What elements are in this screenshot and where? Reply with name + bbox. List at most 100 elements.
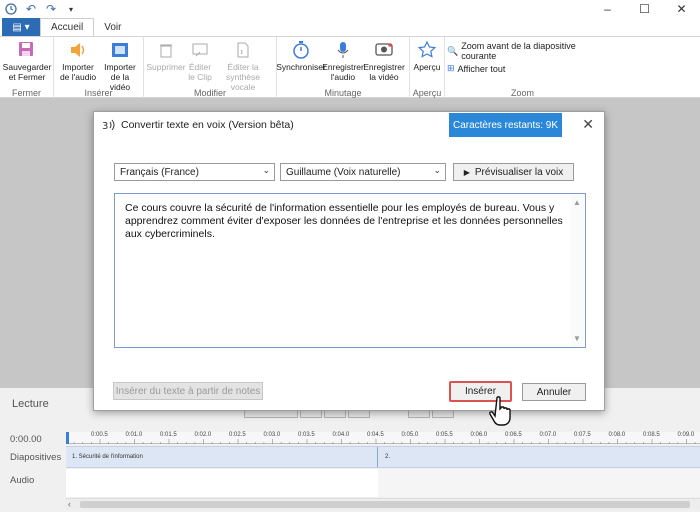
zoom-slide-label: Zoom avant de la diapositive courante [461, 41, 576, 61]
preview-voice-label: Prévisualiser la voix [474, 166, 564, 178]
lecture-label: Lecture [12, 398, 49, 410]
dialog-title: Convertir texte en voix (Version bêta) [121, 119, 294, 131]
slide-clip-1[interactable]: 1. Sécurité de l'information [66, 447, 378, 467]
save-icon[interactable] [4, 2, 18, 16]
language-select[interactable]: Français (France) ⌄ [114, 163, 275, 181]
tab-file[interactable]: ▤ ▾ [2, 18, 40, 36]
scroll-up-icon[interactable]: ▲ [573, 196, 581, 209]
ruler-tick-label: 0:01.5 [160, 432, 177, 438]
record-video-label: Enregistrer la vidéo [363, 62, 405, 82]
slide-clip-2[interactable]: 2. [379, 447, 700, 467]
horizontal-scrollbar[interactable]: ‹ [66, 498, 700, 510]
redo-icon[interactable]: ↷ [44, 2, 58, 16]
svg-text:3: 3 [102, 121, 108, 132]
star-icon [416, 39, 438, 61]
ruler-tick-label: 0:04.5 [367, 432, 384, 438]
group-modifier: Supprimer Éditer le Clip Éditer la synth… [144, 37, 277, 99]
speaker-icon [67, 39, 89, 61]
tts-text: Ce cours couvre la sécurité de l'informa… [125, 202, 563, 240]
text-scrollbar[interactable]: ▲ ▼ [571, 195, 584, 346]
tts-edit-icon [232, 39, 254, 61]
ruler-tick-label: 0:02.0 [194, 432, 212, 438]
voice-value: Guillaume (Voix naturelle) [286, 166, 401, 178]
group-zoom: 🔍 Zoom avant de la diapositive courante … [445, 37, 600, 99]
stopwatch-icon [290, 39, 312, 61]
ruler-tick-label: 0:06.5 [505, 432, 522, 438]
more-icon[interactable]: ▾ [64, 2, 78, 16]
group-label-inserer: Insérer [84, 88, 113, 98]
film-icon [109, 39, 131, 61]
ruler-tick-label: 0:04.0 [332, 432, 350, 438]
scroll-thumb[interactable] [80, 501, 690, 508]
cancel-button[interactable]: Annuler [522, 383, 586, 401]
ruler-tick-label: 0:05.0 [401, 432, 419, 438]
minimize-button[interactable]: – [589, 0, 626, 18]
sync-label: Synchroniser [276, 62, 326, 72]
group-minutage: Synchroniser Enregistrer l'audio Enregis… [276, 37, 410, 99]
timeline-ruler[interactable]: 0:00.5 0:01.0 0:01.5 0:02.0 0:02.5 0:03.0 0:03… [66, 432, 700, 444]
ruler-tick-label: 0:09.0 [677, 432, 695, 438]
undo-icon[interactable]: ↶ [24, 2, 38, 16]
slides-track: 1. Sécurité de l'information 2. [66, 446, 700, 468]
group-label-modifier: Modifier [193, 88, 226, 98]
import-audio-label: Importer de l'audio [59, 62, 97, 82]
save-close-label: Sauvegarder et Fermer [2, 62, 52, 82]
close-window-button[interactable]: ✕ [663, 0, 700, 18]
remaining-chars-badge: Caractères restants: 9K [449, 113, 562, 137]
chevron-down-icon: ⌄ [262, 165, 270, 175]
preview-label: Aperçu [413, 62, 441, 72]
close-icon[interactable]: ✕ [582, 116, 594, 133]
microphone-icon [332, 39, 354, 61]
group-fermer: Sauvegarder et Fermer Fermer [0, 37, 54, 99]
edit-clip-label: Éditer le Clip [188, 62, 212, 82]
scroll-left-icon[interactable]: ‹ [68, 499, 71, 509]
ruler-tick-label: 0:07.0 [539, 432, 557, 438]
save-close-icon [16, 39, 38, 61]
ruler-tick-label: 0:00.5 [91, 432, 108, 438]
webcam-icon [373, 39, 395, 61]
show-all-label: Afficher tout [457, 63, 506, 74]
ruler-tick-label: 0:02.5 [229, 432, 246, 438]
language-value: Français (France) [120, 166, 199, 178]
play-icon: ▶ [463, 167, 470, 177]
window-controls: – ☐ ✕ [589, 0, 700, 18]
maximize-button[interactable]: ☐ [626, 0, 663, 18]
ruler-tick-label: 0:01.0 [125, 432, 143, 438]
insert-from-notes-button[interactable]: Insérer du texte à partir de notes [113, 382, 263, 400]
ruler-tick-label: 0:03.0 [263, 432, 281, 438]
ruler-tick-label: 0:08.0 [608, 432, 626, 438]
delete-label: Supprimer [146, 62, 186, 72]
ribbon-tabs: ▤ ▾ Accueil Voir [0, 18, 700, 36]
voice-icon: 3 [102, 118, 116, 132]
preview-voice-button[interactable]: ▶ Prévisualiser la voix [453, 163, 574, 181]
playhead[interactable] [66, 432, 69, 444]
fit-icon: ⊞ [447, 63, 455, 73]
group-apercu: Aperçu Aperçu [410, 37, 445, 99]
zoom-slide-button[interactable]: 🔍 Zoom avant de la diapositive courante [447, 41, 598, 61]
clip-edit-icon [189, 39, 211, 61]
chevron-down-icon: ⌄ [433, 165, 441, 175]
ribbon: Sauvegarder et Fermer Fermer Importer de… [0, 36, 700, 99]
group-label-fermer: Fermer [12, 88, 41, 98]
audio-track-area[interactable] [66, 469, 378, 497]
trash-icon [155, 39, 177, 61]
tts-text-area[interactable]: Ce cours couvre la sécurité de l'informa… [114, 193, 586, 348]
current-time: 0:00.00 [10, 434, 42, 445]
group-label-zoom: Zoom [510, 88, 534, 98]
group-label-minutage: Minutage [324, 88, 362, 98]
ruler-tick-label: 0:08.5 [643, 432, 660, 438]
voice-select[interactable]: Guillaume (Voix naturelle) ⌄ [280, 163, 446, 181]
group-inserer: Importer de l'audio Importer de la vidéo… [54, 37, 144, 99]
hand-cursor-icon [489, 396, 511, 426]
track-label-slides: Diapositives [10, 452, 62, 463]
tab-home[interactable]: Accueil [40, 18, 95, 36]
track-label-audio: Audio [10, 475, 35, 486]
show-all-button[interactable]: ⊞ Afficher tout [447, 63, 598, 74]
record-audio-label: Enregistrer l'audio [322, 62, 364, 82]
scroll-down-icon[interactable]: ▼ [573, 332, 581, 345]
tab-view[interactable]: Voir [94, 18, 131, 36]
ruler-tick-label: 0:03.5 [298, 432, 315, 438]
tts-dialog: 3 Convertir texte en voix (Version bêta)… [93, 111, 605, 411]
group-label-apercu: Aperçu [412, 88, 442, 98]
ruler-tick-label: 0:06.0 [470, 432, 488, 438]
